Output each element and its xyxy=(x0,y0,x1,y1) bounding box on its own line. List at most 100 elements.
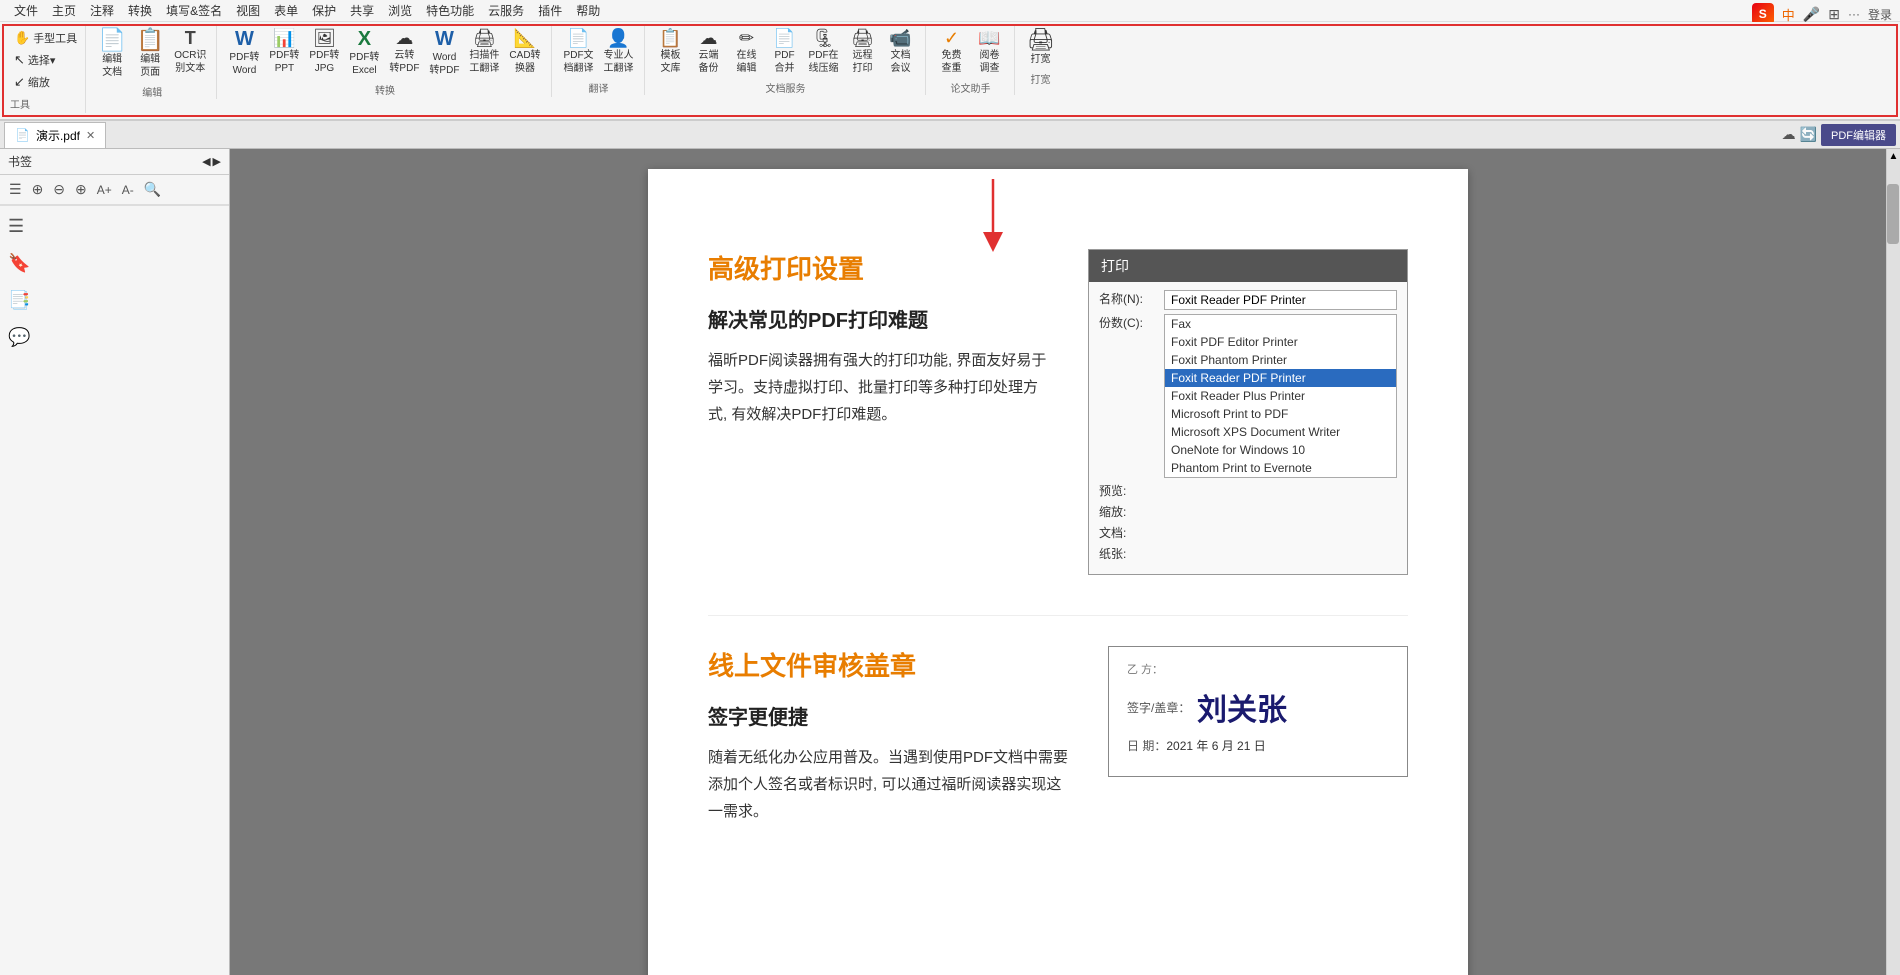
right-scrollbar[interactable]: ▲ ▼ xyxy=(1886,149,1900,975)
reading-survey-btn[interactable]: 📖 阅卷调查 xyxy=(972,26,1008,78)
section1-subtitle: 解决常见的PDF打印难题 xyxy=(708,304,1048,333)
more-icon[interactable]: ··· xyxy=(1848,7,1860,21)
menu-item-special[interactable]: 特色功能 xyxy=(420,0,480,21)
menu-item-comment[interactable]: 注释 xyxy=(84,0,120,21)
print-paper-label: 纸张: xyxy=(1099,545,1164,562)
side-icon-comments[interactable]: 💬 xyxy=(4,323,225,352)
print-name-label: 名称(N): xyxy=(1099,290,1164,307)
edit-doc-btn[interactable]: 📄 编辑文档 xyxy=(94,26,130,82)
pdf-to-word-btn[interactable]: W PDF转Word xyxy=(225,26,263,80)
menu-item-convert[interactable]: 转换 xyxy=(122,0,158,21)
pdf-to-excel-btn[interactable]: X PDF转Excel xyxy=(345,26,383,80)
menu-item-sign[interactable]: 填写&签名 xyxy=(160,0,228,21)
nav-next[interactable]: ▶ xyxy=(213,155,221,168)
side-icon-bookmark[interactable]: 🔖 xyxy=(4,249,225,278)
bm-tool-1[interactable]: ☰ xyxy=(6,179,25,200)
bm-tool-3[interactable]: ⊖ xyxy=(50,179,68,200)
hand-icon: ✋ xyxy=(14,30,30,46)
print-wide-icon: 🖨 xyxy=(1027,29,1055,51)
printer-fax: Fax xyxy=(1165,315,1396,333)
menu-item-protect[interactable]: 保护 xyxy=(306,0,342,21)
side-icon-pages[interactable]: ☰ xyxy=(4,212,225,241)
translate-group: 📄 PDF文档翻译 👤 专业人工翻译 翻译 xyxy=(554,26,645,95)
sig-name-row: 签字/盖章： 刘关张 xyxy=(1127,685,1389,729)
word-icon: W xyxy=(235,29,254,49)
template-btn[interactable]: 📋 模板文库 xyxy=(653,26,689,78)
left-panel: 书签 ◀ ▶ ☰ ⊕ ⊖ ⊕ A+ A- 🔍 ☰ 🔖 📑 💬 xyxy=(0,149,230,975)
menu-item-browse[interactable]: 浏览 xyxy=(382,0,418,21)
print-preview-row: 预览: xyxy=(1099,482,1397,499)
print-zoom-row: 缩放: xyxy=(1099,503,1397,520)
pdf-translate-btn[interactable]: 📄 PDF文档翻译 xyxy=(560,26,598,78)
ocr-btn[interactable]: T OCR识别文本 xyxy=(170,26,210,78)
bm-tool-5[interactable]: A+ xyxy=(94,181,115,199)
conference-btn[interactable]: 📹 文档会议 xyxy=(883,26,919,78)
sync-tab-icon[interactable]: 🔄 xyxy=(1800,126,1817,143)
hand-tool-btn[interactable]: ✋ 手型工具 xyxy=(10,28,81,48)
menu-item-help[interactable]: 帮助 xyxy=(570,0,606,21)
edit-page-btn[interactable]: 📋 编辑页面 xyxy=(132,26,168,82)
bm-tool-2[interactable]: ⊕ xyxy=(29,179,47,200)
tab-close-btn[interactable]: ✕ xyxy=(86,129,95,142)
tab-demo-pdf[interactable]: 📄 演示.pdf ✕ xyxy=(4,122,106,148)
menu-item-plugin[interactable]: 插件 xyxy=(532,0,568,21)
cloud-backup-btn[interactable]: ☁ 云端备份 xyxy=(691,26,727,78)
section1-body: 福昕PDF阅读器拥有强大的打印功能, 界面友好易于学习。支持虚拟打印、批量打印等… xyxy=(708,347,1048,428)
cloud-tab-icon[interactable]: ☁ xyxy=(1782,126,1796,143)
cad-btn[interactable]: 📐 CAD转换器 xyxy=(505,26,544,78)
bm-tool-6[interactable]: A- xyxy=(119,181,137,199)
main-area: 书签 ◀ ▶ ☰ ⊕ ⊖ ⊕ A+ A- 🔍 ☰ 🔖 📑 💬 xyxy=(0,149,1900,975)
select-icon: ↖ xyxy=(14,52,25,68)
zhong-icon: 中 xyxy=(1782,5,1795,24)
bm-tool-7[interactable]: 🔍 xyxy=(141,179,164,200)
printer-phantom: Foxit Phantom Printer xyxy=(1165,351,1396,369)
scan-btn[interactable]: 🖨 扫描件工翻译 xyxy=(465,26,503,78)
menu-item-form[interactable]: 表单 xyxy=(268,0,304,21)
cloud-to-pdf-btn[interactable]: ☁ 云转转PDF xyxy=(385,26,423,78)
pdf-editor-button[interactable]: PDF编辑器 xyxy=(1821,124,1896,146)
zoom-icon: ↙ xyxy=(14,74,25,90)
scrollbar-thumb[interactable] xyxy=(1887,184,1899,244)
remote-print-icon: 🖨 xyxy=(851,29,874,47)
pdf-to-jpg-btn[interactable]: 🖼 PDF转JPG xyxy=(305,26,343,78)
ribbon-toolbar: ✋ 手型工具 ↖ 选择▾ ↙ 缩放 工具 📄 编辑文档 📋 xyxy=(0,22,1900,121)
print-wide-label: 打宽 xyxy=(1031,71,1051,86)
word-to-pdf-btn[interactable]: W Word转PDF xyxy=(425,26,463,80)
side-icon-layers[interactable]: 📑 xyxy=(4,286,225,315)
menu-item-cloud[interactable]: 云服务 xyxy=(482,0,530,21)
nav-prev[interactable]: ◀ xyxy=(202,155,210,168)
section2-subtitle: 签字更便捷 xyxy=(708,701,1068,730)
print-copies-label: 份数(C): xyxy=(1099,314,1164,331)
remote-print-btn[interactable]: 🖨 远程打印 xyxy=(845,26,881,78)
free-check-btn[interactable]: ✓ 免费查重 xyxy=(934,26,970,78)
pdf-compress-btn[interactable]: 🗜 PDF在线压缩 xyxy=(805,26,843,78)
grid-icon[interactable]: ⊞ xyxy=(1828,6,1840,23)
expert-translate-btn[interactable]: 👤 专业人工翻译 xyxy=(600,26,638,78)
scroll-up-btn[interactable]: ▲ xyxy=(1887,149,1900,164)
zoom-tool-btn[interactable]: ↙ 缩放 xyxy=(10,72,81,92)
print-wide-group: 🖨 打宽 打宽 xyxy=(1017,26,1065,86)
pdf-merge-icon: 📄 xyxy=(773,29,795,47)
menu-bar: 文件 主页 注释 转换 填写&签名 视图 表单 保护 共享 浏览 特色功能 云服… xyxy=(0,0,1900,22)
pdf-translate-icon: 📄 xyxy=(567,29,589,47)
login-label[interactable]: 登录 xyxy=(1868,6,1892,23)
menu-item-share[interactable]: 共享 xyxy=(344,0,380,21)
print-wide-btn[interactable]: 🖨 打宽 xyxy=(1023,26,1059,69)
printer-ms-pdf: Microsoft Print to PDF xyxy=(1165,405,1396,423)
doc-service-group: 📋 模板文库 ☁ 云端备份 ✏ 在线编辑 📄 PDF合并 🗜 PDF在 xyxy=(647,26,926,95)
online-edit-btn[interactable]: ✏ 在线编辑 xyxy=(729,26,765,78)
cloud-backup-icon: ☁ xyxy=(700,29,718,47)
menu-item-file[interactable]: 文件 xyxy=(8,0,44,21)
pdf-merge-btn[interactable]: 📄 PDF合并 xyxy=(767,26,803,78)
mic-icon[interactable]: 🎤 xyxy=(1803,6,1820,23)
tab-bar-right: ☁ 🔄 PDF编辑器 xyxy=(1782,124,1896,146)
bm-tool-4[interactable]: ⊕ xyxy=(72,179,90,200)
menu-item-home[interactable]: 主页 xyxy=(46,0,82,21)
select-tool-btn[interactable]: ↖ 选择▾ xyxy=(10,50,81,70)
ocr-icon: T xyxy=(185,29,196,47)
menu-item-view[interactable]: 视图 xyxy=(230,0,266,21)
edit-page-icon: 📋 xyxy=(136,29,163,51)
sig-date-value: 2021 年 6 月 21 日 xyxy=(1166,737,1265,754)
online-edit-icon: ✏ xyxy=(739,29,754,47)
pdf-to-ppt-btn[interactable]: 📊 PDF转PPT xyxy=(265,26,303,78)
